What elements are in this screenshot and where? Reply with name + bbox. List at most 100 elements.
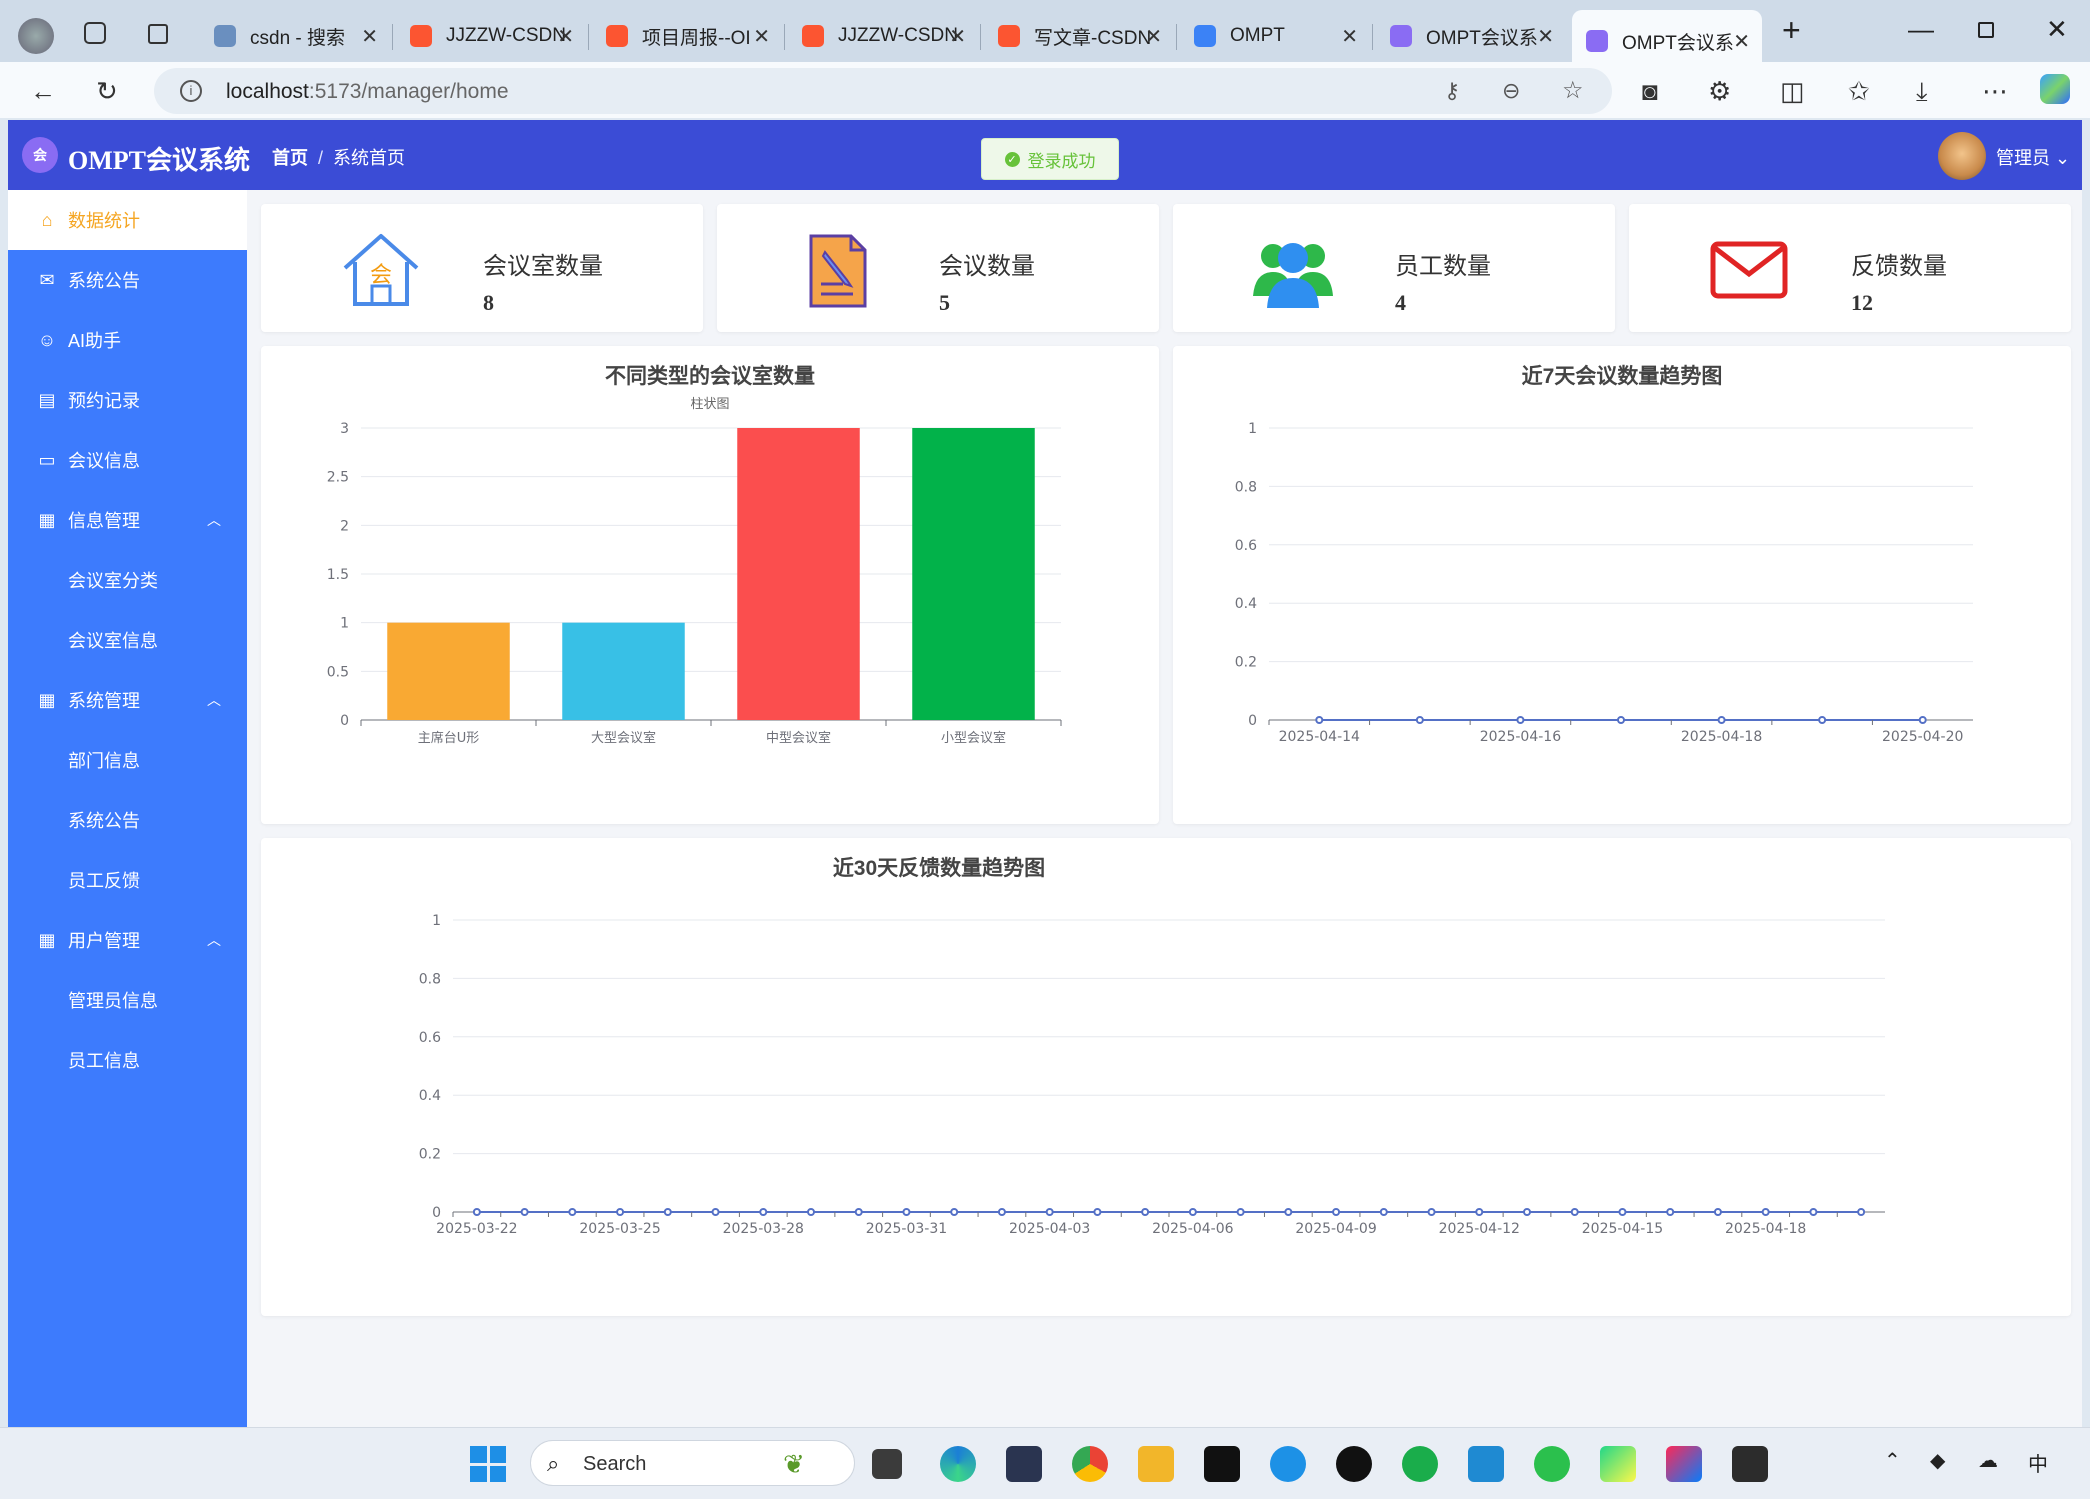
close-tab-icon[interactable]: ✕: [1341, 24, 1358, 49]
tray-cat-icon[interactable]: ◆: [1930, 1448, 1945, 1473]
breadcrumb-home[interactable]: 首页: [272, 148, 308, 168]
data-point: [1617, 716, 1625, 724]
pycharm-icon[interactable]: [1600, 1446, 1636, 1482]
profile-avatar[interactable]: [18, 18, 54, 54]
sidebar-item[interactable]: 部门信息: [8, 730, 247, 790]
favorite-star-icon[interactable]: ☆: [1562, 76, 1584, 105]
file-explorer-icon[interactable]: [1138, 1446, 1174, 1482]
browser-tab[interactable]: 写文章-CSDN ✕: [984, 10, 1174, 62]
qq-icon[interactable]: [1336, 1446, 1372, 1482]
sidebar-item[interactable]: 管理员信息: [8, 970, 247, 1030]
close-tab-icon[interactable]: ✕: [557, 24, 574, 49]
tab-separator: [588, 24, 589, 50]
sidebar-item-label: 会议室信息: [68, 631, 158, 651]
split-screen-icon[interactable]: ◫: [1780, 76, 1805, 107]
new-tab-button[interactable]: +: [1782, 12, 1801, 49]
close-tab-icon[interactable]: ✕: [1537, 24, 1554, 49]
sidebar-item[interactable]: ✉ 系统公告: [8, 250, 247, 310]
workspaces-icon[interactable]: [84, 22, 106, 44]
close-tab-icon[interactable]: ✕: [753, 24, 770, 49]
sidebar-item-label: 系统管理: [68, 691, 140, 711]
sidebar-item[interactable]: ▦ 信息管理 ︿: [8, 490, 247, 550]
data-point: [1332, 1208, 1341, 1216]
sidebar-item[interactable]: 会议室分类: [8, 550, 247, 610]
cloud-icon[interactable]: ☁: [1978, 1448, 1998, 1473]
data-point: [1857, 1208, 1866, 1216]
user-avatar[interactable]: [1938, 132, 1986, 180]
sidebar-item[interactable]: ▤ 预约记录: [8, 370, 247, 430]
back-button[interactable]: ←: [30, 76, 56, 107]
browser-tab[interactable]: JJZZW-CSDN ✕: [396, 10, 586, 62]
minimize-button[interactable]: —: [1908, 14, 1934, 45]
tab-title: 项目周报--OI: [642, 27, 751, 49]
sidebar-item[interactable]: 会议室信息: [8, 610, 247, 670]
address-toolbar: ← ↻ i localhost:5173/manager/home ⚷ ⊖ ☆ …: [0, 62, 2090, 118]
extension-icon[interactable]: ◙: [1642, 76, 1658, 107]
task-view-icon[interactable]: [872, 1449, 902, 1479]
taskbar-search[interactable]: ⌕ Search ❦: [530, 1440, 855, 1486]
tray-chevron-up-icon[interactable]: ⌃: [1884, 1448, 1901, 1473]
start-button-icon[interactable]: [470, 1446, 506, 1482]
tab-title: JJZZW-CSDN: [838, 25, 958, 46]
data-point: [1141, 1208, 1150, 1216]
tab-separator: [392, 24, 393, 50]
stat-value: 5: [939, 290, 950, 315]
edge-browser-icon[interactable]: [940, 1446, 976, 1482]
docker-icon[interactable]: [1270, 1446, 1306, 1482]
sidebar-item-label: 信息管理: [68, 511, 140, 531]
site-info-icon[interactable]: i: [180, 80, 202, 102]
x-tick-label: 2025-03-28: [723, 1221, 804, 1237]
cmd-icon[interactable]: [1732, 1446, 1768, 1482]
close-tab-icon[interactable]: ✕: [1733, 29, 1750, 54]
copilot-icon[interactable]: [2040, 74, 2070, 104]
terminal-app-icon[interactable]: [1204, 1446, 1240, 1482]
intellij-icon[interactable]: [1666, 1446, 1702, 1482]
maximize-button[interactable]: [1978, 22, 1994, 38]
browser-tab[interactable]: JJZZW-CSDN ✕: [788, 10, 978, 62]
wechat-icon[interactable]: [1534, 1446, 1570, 1482]
close-tab-icon[interactable]: ✕: [1145, 24, 1162, 49]
favorites-icon[interactable]: ✩: [1848, 76, 1870, 107]
sidebar-item[interactable]: ☺ AI助手: [8, 310, 247, 370]
close-tab-icon[interactable]: ✕: [361, 24, 378, 49]
user-menu[interactable]: 管理员 ⌄: [1996, 144, 2070, 170]
x-tick-label: 2025-04-09: [1295, 1221, 1376, 1237]
sidebar-item[interactable]: ▭ 会议信息: [8, 430, 247, 490]
cat-app-icon[interactable]: [1006, 1446, 1042, 1482]
tab-title: OMPT会议系: [1426, 27, 1538, 49]
data-point: [1315, 716, 1324, 724]
sidebar-item-label: 会议信息: [68, 451, 140, 471]
sidebar-item[interactable]: ▦ 用户管理 ︿: [8, 910, 247, 970]
browser-tab[interactable]: OMPT ✕: [1180, 10, 1370, 62]
sidebar-item[interactable]: 员工反馈: [8, 850, 247, 910]
extensions-puzzle-icon[interactable]: ⚙: [1708, 76, 1731, 107]
downloads-icon[interactable]: ⤓: [1916, 76, 1928, 108]
input-language[interactable]: 中: [2028, 1448, 2048, 1477]
data-point: [1666, 1208, 1675, 1216]
refresh-button[interactable]: ↻: [96, 76, 118, 107]
address-bar[interactable]: i localhost:5173/manager/home ⚷ ⊖ ☆: [154, 68, 1612, 114]
vscode-icon[interactable]: [1468, 1446, 1504, 1482]
more-menu-icon[interactable]: ⋯: [1982, 76, 2008, 107]
close-tab-icon[interactable]: ✕: [949, 24, 966, 49]
browser-tab[interactable]: OMPT会议系 ✕: [1376, 10, 1566, 62]
browser-tab[interactable]: csdn - 搜索 ✕: [200, 10, 390, 62]
meeting-7day-line-chart: 近7天会议数量趋势图 0 0.2 0.4 0.6 0.8 1 2025-04-14 2025-…: [1173, 346, 2071, 824]
zoom-icon[interactable]: ⊖: [1502, 78, 1520, 104]
data-point: [759, 1208, 768, 1216]
data-point: [854, 1208, 863, 1216]
data-point: [1516, 716, 1525, 724]
headset-app-icon[interactable]: [1402, 1446, 1438, 1482]
key-icon[interactable]: ⚷: [1444, 78, 1460, 104]
sidebar-item[interactable]: 系统公告: [8, 790, 247, 850]
check-circle-icon: ✓: [1004, 151, 1020, 167]
y-tick-label: 3: [340, 421, 349, 437]
chrome-icon[interactable]: [1072, 1446, 1108, 1482]
sidebar-item[interactable]: ▦ 系统管理 ︿: [8, 670, 247, 730]
browser-tab[interactable]: 项目周报--OI ✕: [592, 10, 782, 62]
sidebar-item[interactable]: 员工信息: [8, 1030, 247, 1090]
sidebar-item[interactable]: ⌂ 数据统计: [8, 190, 247, 250]
close-window-button[interactable]: ✕: [2046, 14, 2068, 45]
tab-actions-icon[interactable]: [148, 24, 168, 44]
stat-card-employees: 员工数量 4: [1173, 204, 1615, 332]
